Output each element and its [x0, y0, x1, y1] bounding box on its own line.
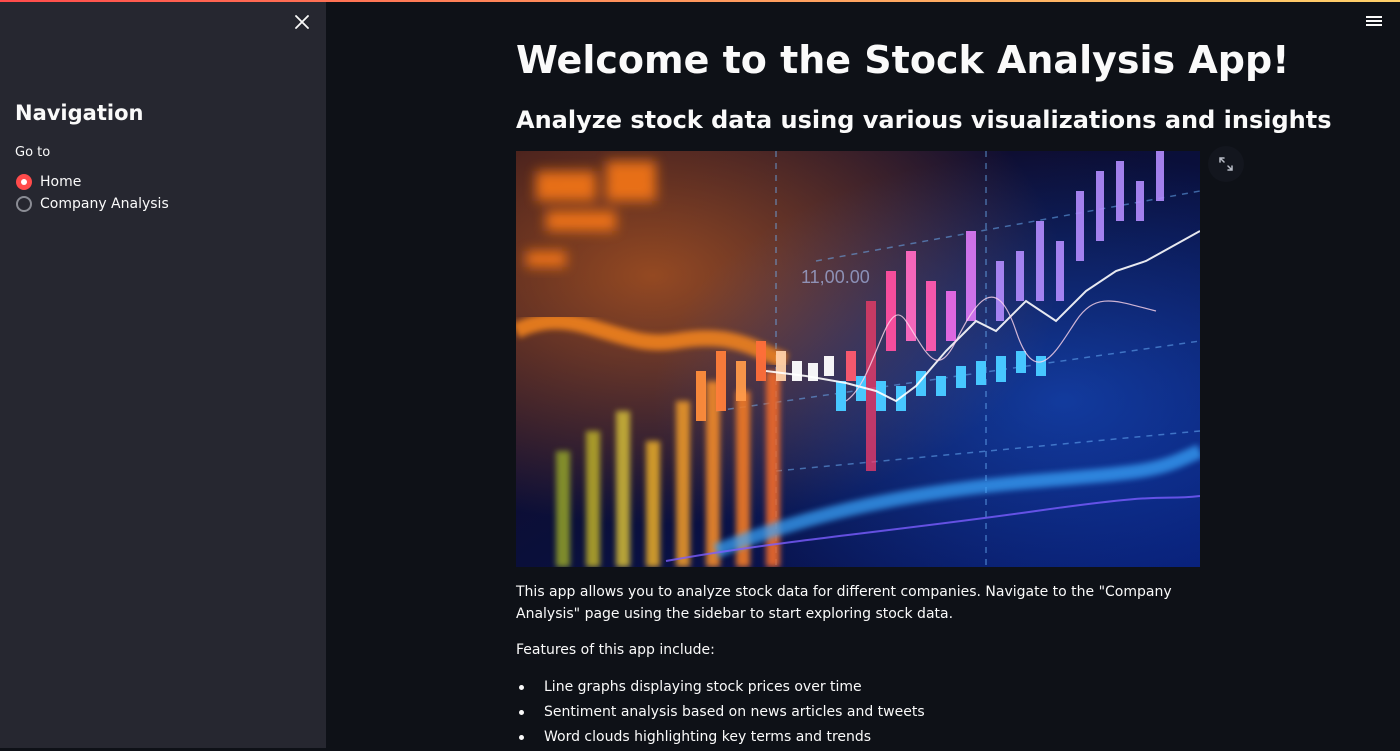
chart-value-label: 11,00.00	[801, 267, 870, 287]
list-item: Word clouds highlighting key terms and t…	[516, 726, 925, 751]
top-decoration-bar	[0, 0, 1400, 2]
radio-checked-icon[interactable]	[16, 174, 32, 190]
hamburger-menu-icon	[1366, 16, 1382, 26]
radio-option-label: Home	[40, 174, 82, 190]
radio-unchecked-icon[interactable]	[16, 196, 32, 212]
fullscreen-button[interactable]	[1208, 146, 1244, 182]
intro-paragraph: This app allows you to analyze stock dat…	[516, 584, 1172, 622]
close-sidebar-button[interactable]	[290, 10, 314, 34]
radio-option-label: Company Analysis	[40, 196, 169, 212]
sidebar-title: Navigation	[15, 101, 144, 125]
features-intro: Features of this app include:	[516, 642, 715, 658]
stock-hero-image: 11,00.00	[516, 151, 1200, 567]
page-subtitle: Analyze stock data using various visuali…	[516, 106, 1332, 134]
close-icon	[295, 15, 309, 29]
radio-option-home[interactable]: Home	[16, 171, 81, 193]
main-menu-button[interactable]	[1362, 10, 1386, 32]
radio-option-company-analysis[interactable]: Company Analysis	[16, 193, 169, 215]
sidebar: Navigation Go to Home Company Analysis	[0, 0, 326, 748]
page-title: Welcome to the Stock Analysis App!	[516, 38, 1290, 82]
list-item: Sentiment analysis based on news article…	[516, 701, 925, 726]
stock-chart-illustration: 11,00.00	[516, 151, 1200, 567]
expand-icon	[1219, 157, 1233, 171]
list-item: Line graphs displaying stock prices over…	[516, 676, 925, 701]
features-list: Line graphs displaying stock prices over…	[516, 676, 925, 751]
radio-group-label: Go to	[15, 145, 51, 160]
